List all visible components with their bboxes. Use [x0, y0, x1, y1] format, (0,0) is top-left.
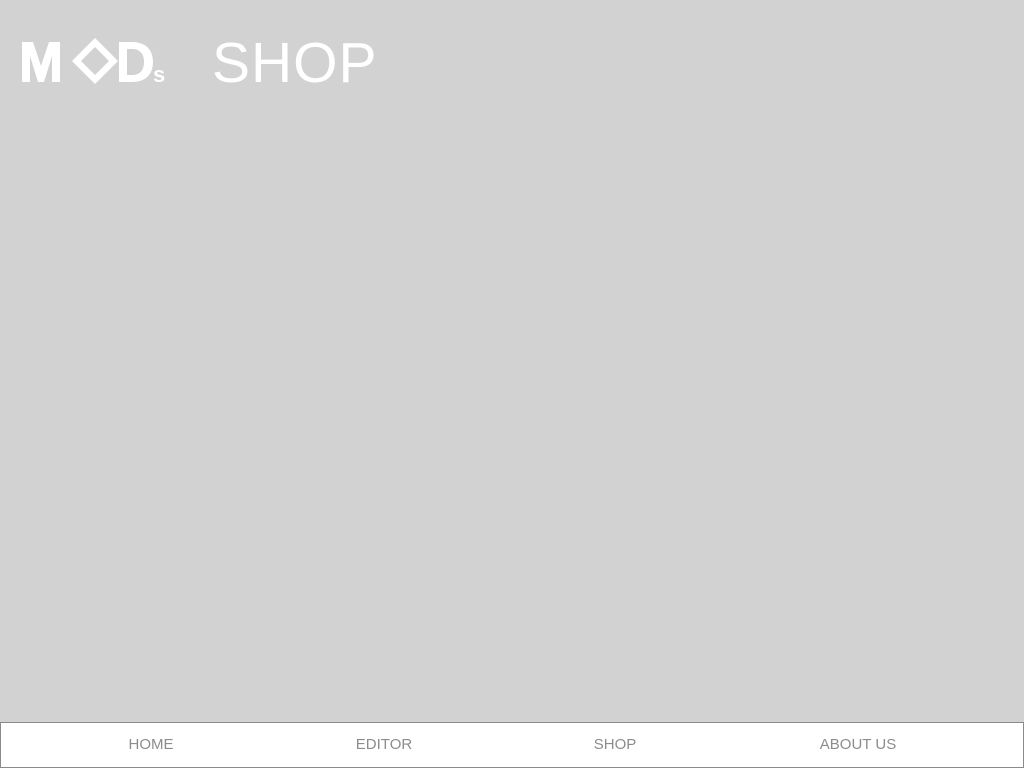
header: s	[22, 36, 172, 90]
mods-logo[interactable]: s	[22, 36, 172, 90]
svg-text:s: s	[153, 62, 165, 87]
page-title: SHOP	[212, 31, 378, 95]
nav-editor[interactable]: EDITOR	[346, 723, 422, 767]
bottom-navigation: HOME EDITOR SHOP ABOUT US	[0, 722, 1024, 768]
app-screen: s SHOP HOME EDITOR SHOP ABOUT US	[0, 0, 1024, 768]
nav-about-us[interactable]: ABOUT US	[810, 723, 906, 767]
nav-home[interactable]: HOME	[119, 723, 184, 767]
nav-shop[interactable]: SHOP	[584, 723, 647, 767]
content-area	[0, 110, 1024, 720]
